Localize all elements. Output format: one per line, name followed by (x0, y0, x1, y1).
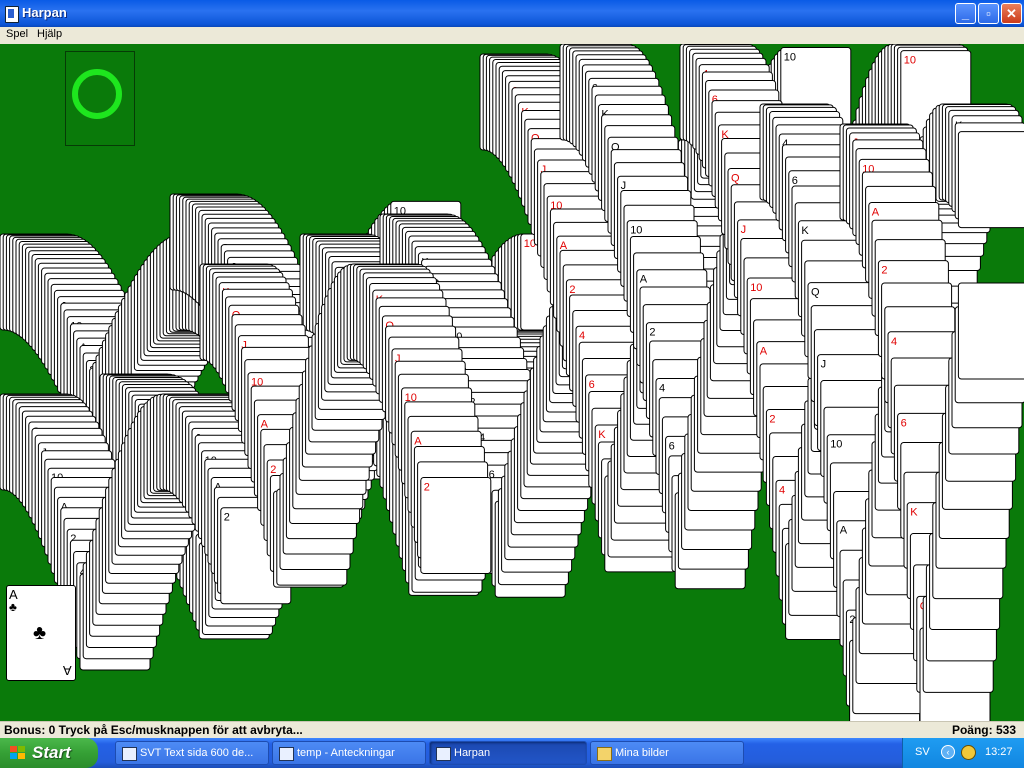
taskbar: Start SVT Text sida 600 de... temp - Ant… (0, 738, 1024, 768)
minimize-button[interactable]: _ (955, 3, 976, 24)
cascade-card-rank: 2 (270, 464, 276, 476)
visible-card[interactable]: A ♣ ♣ A (6, 585, 76, 681)
clock[interactable]: 13:27 (985, 746, 1013, 758)
score-display: Poäng: 533 (951, 723, 1016, 737)
cascade-card-rank: A (640, 274, 648, 286)
cascade-card-rank: 2 (569, 284, 575, 296)
task-label: temp - Anteckningar (297, 747, 395, 759)
cascade-card-rank: 4 (659, 383, 665, 395)
cascade-card-rank: K (910, 507, 918, 519)
cascade-card-rank: 4 (579, 330, 585, 342)
cascade-card-rank: J (821, 359, 827, 371)
task-harpan[interactable]: Harpan (429, 741, 587, 765)
start-button[interactable]: Start (0, 738, 98, 768)
cascade-card-rank: 4 (779, 484, 785, 496)
cascade-card-rank: A (840, 525, 848, 537)
cascade-card-rank: A (760, 346, 768, 358)
cascade-card-rank: A (872, 206, 880, 218)
cascade-card-rank: 2 (881, 265, 887, 277)
card-rank: A (63, 663, 72, 678)
cascade-card-rank: 10 (630, 225, 642, 237)
cascade-card-rank: 2 (769, 414, 775, 426)
solitaire-app-icon[interactable] (5, 6, 19, 23)
cascade-card (420, 476, 492, 574)
cascade-card-rank: 6 (901, 417, 907, 429)
folder-icon (597, 747, 612, 761)
menu-spel[interactable]: Spel (6, 28, 28, 40)
cascade-card-rank: 4 (891, 336, 897, 348)
cascade-card-rank: 10 (750, 282, 762, 294)
cascade-card-rank: 10 (830, 439, 842, 451)
notepad-icon (279, 747, 294, 761)
cascade-card-rank: 2 (649, 327, 655, 339)
cascade-card-rank: K (801, 225, 809, 237)
task-mina-bilder[interactable]: Mina bilder (590, 741, 744, 765)
start-label: Start (32, 743, 71, 762)
cascade-card-rank: 6 (792, 175, 798, 187)
cascade-card-rank: A (414, 435, 422, 447)
menu-bar: Spel Hjälp (0, 27, 1024, 44)
card-cascade: A246KQJ10A246KQJ10A246KQJ10A246KQJ10A246… (0, 44, 1024, 721)
menu-hjalp[interactable]: Hjälp (37, 28, 62, 40)
status-message: Bonus: 0 Tryck på Esc/musknappen för att… (4, 723, 303, 737)
task-label: Harpan (454, 747, 491, 759)
window-title: Harpan (22, 5, 67, 20)
task-label: Mina bilder (615, 747, 669, 759)
language-indicator[interactable]: SV (915, 746, 930, 758)
cascade-card-rank: Q (811, 287, 820, 299)
cascade-card-rank: 2 (424, 481, 430, 493)
cascade-card-rank: 2 (224, 512, 230, 524)
cascade-card-rank: 6 (589, 379, 595, 391)
cascade-card (957, 282, 1024, 380)
cascade-card-rank: Q (731, 172, 740, 184)
club-suit-icon: ♣ (33, 622, 47, 644)
system-tray: SV ‹ 13:27 (902, 738, 1024, 768)
game-table[interactable]: A246KQJ10A246KQJ10A246KQJ10A246KQJ10A246… (0, 44, 1024, 721)
title-bar[interactable]: Harpan _ ▫ ✕ (0, 0, 1024, 27)
browser-icon (122, 747, 137, 761)
cascade-card-rank: 6 (669, 440, 675, 452)
club-suit-icon: ♣ (9, 600, 17, 614)
cascade-card-rank: 10 (784, 52, 796, 64)
close-button[interactable]: ✕ (1001, 3, 1022, 24)
task-notepad[interactable]: temp - Anteckningar (272, 741, 426, 765)
cascade-card-rank: J (741, 224, 747, 236)
cascade-card-rank: A (261, 419, 269, 431)
windows-logo-icon (10, 746, 26, 760)
cascade-card-rank: K (598, 429, 606, 441)
tray-expand-icon[interactable]: ‹ (941, 745, 955, 759)
status-bar: Bonus: 0 Tryck på Esc/musknappen för att… (0, 721, 1024, 739)
cascade-card-rank: 10 (904, 55, 916, 67)
task-svt-text[interactable]: SVT Text sida 600 de... (115, 741, 269, 765)
globe-icon[interactable] (961, 745, 976, 760)
cascade-card (957, 131, 1024, 229)
solitaire-icon (436, 747, 451, 761)
task-label: SVT Text sida 600 de... (140, 747, 254, 759)
maximize-button[interactable]: ▫ (978, 3, 999, 24)
